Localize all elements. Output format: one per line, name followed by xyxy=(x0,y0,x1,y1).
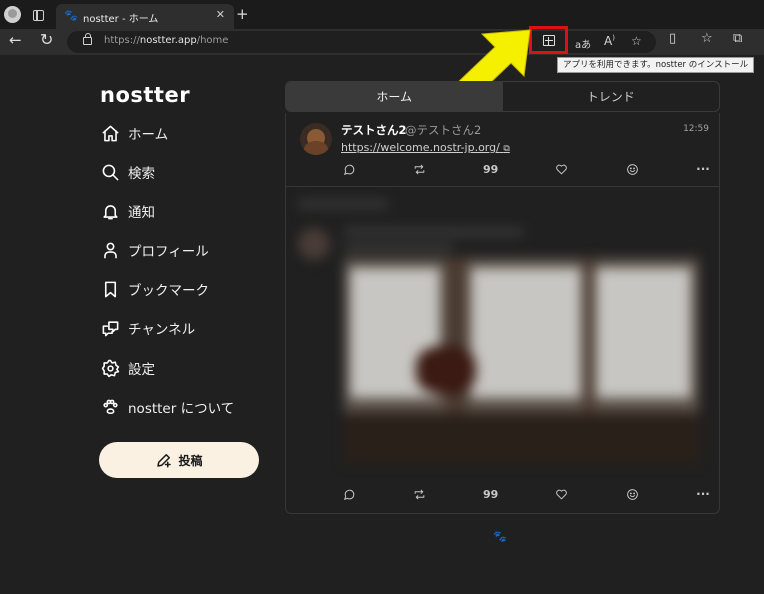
new-tab-button[interactable]: + xyxy=(236,5,249,23)
sidebar-item-notifications[interactable]: 通知 xyxy=(100,199,155,223)
more-icon[interactable]: ··· xyxy=(695,161,711,177)
browser-toolbar: ← ↻ https://nostter.app/home aあ A) ☆ ▯ ☆… xyxy=(0,29,764,55)
note-actions: 99 ··· xyxy=(341,486,711,502)
sidebar-item-profile[interactable]: プロフィール xyxy=(100,238,209,262)
chat-icon xyxy=(100,318,120,338)
browser-tab[interactable]: 🐾 nostter - ホーム ✕ xyxy=(56,4,234,29)
search-icon xyxy=(100,162,120,182)
sidebar-item-label: ホーム xyxy=(128,127,169,143)
profile-avatar-icon[interactable] xyxy=(4,6,21,23)
tab-actions-icon[interactable] xyxy=(33,10,44,21)
reply-icon[interactable] xyxy=(341,161,357,177)
back-arrow-icon[interactable]: ← xyxy=(9,31,22,49)
reply-icon[interactable] xyxy=(341,486,357,502)
sidebar-item-channels[interactable]: チャンネル xyxy=(100,316,195,340)
more-icon[interactable]: ··· xyxy=(695,486,711,502)
sidebar-item-label: ブックマーク xyxy=(128,283,209,299)
quote-icon[interactable]: 99 xyxy=(483,486,499,502)
split-screen-icon[interactable]: ▯ xyxy=(669,31,676,46)
paw-icon xyxy=(100,397,120,417)
sidebar-item-label: 検索 xyxy=(128,166,155,182)
heart-icon[interactable] xyxy=(553,486,569,502)
sidebar-item-label: チャンネル xyxy=(128,322,196,338)
tab-home[interactable]: ホーム xyxy=(286,82,503,111)
home-icon xyxy=(100,123,120,143)
heart-icon[interactable] xyxy=(553,161,569,177)
url-text[interactable]: https://nostter.app/home xyxy=(104,35,228,46)
loading-paw-icon: 🐾 xyxy=(493,530,507,543)
bookmark-icon xyxy=(100,279,120,299)
sidebar-item-about[interactable]: nostter について xyxy=(100,395,234,419)
tab-title: nostter - ホーム xyxy=(83,14,159,25)
note-actions: 99 ··· xyxy=(341,161,711,177)
note-author[interactable]: テストさん2 xyxy=(341,122,407,138)
sidebar-item-label: 設定 xyxy=(128,362,155,378)
post-button-label: 投稿 xyxy=(178,453,203,468)
read-aloud-icon[interactable]: A) xyxy=(604,34,615,48)
install-tooltip: アプリを利用できます。nostter のインストール xyxy=(557,57,755,73)
note-handle: @テストさん2 xyxy=(405,123,482,137)
collections-icon[interactable]: ⧉ xyxy=(733,31,742,46)
sidebar-item-bookmarks[interactable]: ブックマーク xyxy=(100,277,209,301)
sidebar-item-search[interactable]: 検索 xyxy=(100,160,155,184)
tab-trend[interactable]: トレンド xyxy=(503,82,720,111)
favorites-list-icon[interactable]: ☆ xyxy=(701,31,713,46)
nostter-logo[interactable]: nostter xyxy=(100,83,190,107)
blurred-note-item[interactable]: 99 ··· xyxy=(286,188,719,514)
emoji-reaction-icon[interactable] xyxy=(624,486,640,502)
timeline-tabs: ホーム トレンド xyxy=(285,81,720,112)
emoji-reaction-icon[interactable] xyxy=(624,161,640,177)
note-item[interactable]: テストさん2 @テストさん2 12:59 https://welcome.nos… xyxy=(286,113,719,187)
external-link-icon: ⧉ xyxy=(503,144,510,154)
translate-icon[interactable]: aあ xyxy=(575,36,591,51)
sidebar-item-label: nostter について xyxy=(128,401,235,417)
sidebar-item-home[interactable]: ホーム xyxy=(100,121,168,145)
favorite-star-icon[interactable]: ☆ xyxy=(631,34,642,48)
repost-icon[interactable] xyxy=(412,486,428,502)
note-link[interactable]: https://welcome.nostr-jp.org/ ⧉ xyxy=(341,141,510,154)
blurred-content xyxy=(286,188,719,478)
bell-icon xyxy=(100,201,120,221)
sidebar-item-label: 通知 xyxy=(128,205,155,221)
repost-icon[interactable] xyxy=(412,161,428,177)
timeline: テストさん2 @テストさん2 12:59 https://welcome.nos… xyxy=(285,113,720,514)
paw-favicon-icon: 🐾 xyxy=(64,9,78,22)
quote-icon[interactable]: 99 xyxy=(483,161,499,177)
avatar[interactable] xyxy=(300,123,332,155)
tab-close-icon[interactable]: ✕ xyxy=(216,8,225,21)
note-time[interactable]: 12:59 xyxy=(683,124,709,134)
browser-tab-bar: 🐾 nostter - ホーム ✕ + xyxy=(0,0,764,29)
lock-icon[interactable] xyxy=(83,33,92,45)
reload-icon[interactable]: ↻ xyxy=(40,30,53,49)
post-button[interactable]: 投稿 xyxy=(99,442,259,478)
pencil-plus-icon xyxy=(157,454,172,468)
gear-icon xyxy=(100,358,120,378)
user-icon xyxy=(100,240,120,260)
sidebar-item-label: プロフィール xyxy=(128,244,209,260)
sidebar-item-settings[interactable]: 設定 xyxy=(100,356,155,380)
